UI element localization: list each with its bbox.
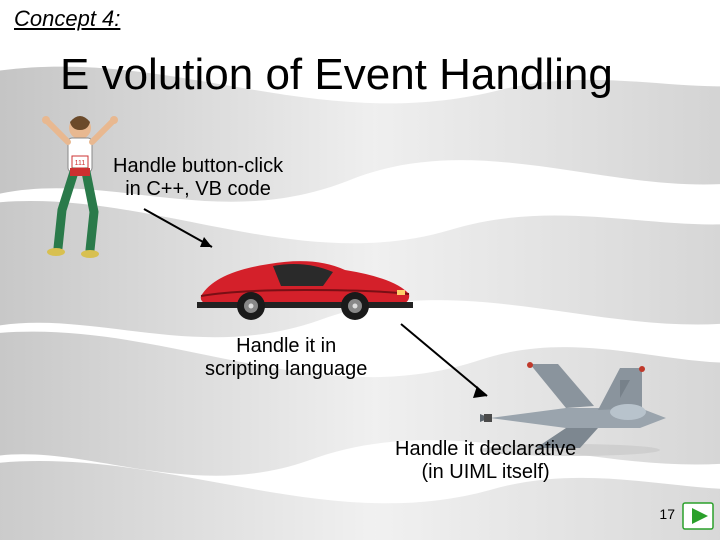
caption-line: Handle it in [205,335,367,358]
caption-cpp-vb: Handle button-click in C++, VB code [113,155,283,201]
caption-scripting: Handle it in scripting language [205,335,367,381]
page-number: 17 [659,506,675,522]
page-title: E volution of Event Handling [60,50,613,100]
caption-line: (in UIML itself) [395,461,576,484]
svg-text:111: 111 [75,160,86,167]
sports-car-image [195,242,415,322]
runner-image: 111 [40,110,120,260]
caption-line: in C++, VB code [113,178,283,201]
next-slide-button[interactable] [682,502,714,530]
play-icon [682,502,714,530]
caption-line: Handle button-click [113,155,283,178]
caption-line: scripting language [205,358,367,381]
concept-heading: Concept 4: [14,6,120,32]
caption-line: Handle it declarative [395,438,576,461]
caption-declarative: Handle it declarative (in UIML itself) [395,438,576,484]
